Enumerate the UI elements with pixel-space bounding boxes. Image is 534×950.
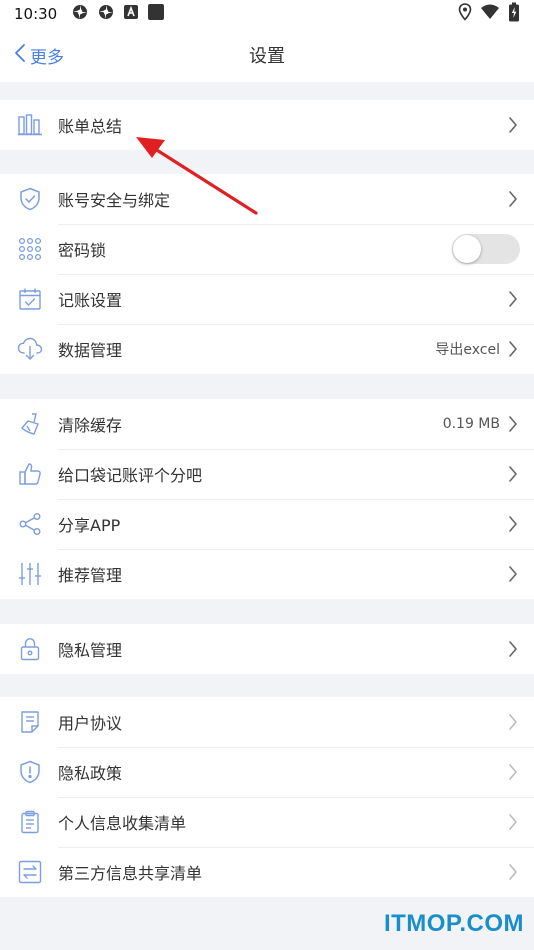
chevron-right-icon [506,515,520,533]
row-label: 记账设置 [58,291,123,310]
chevron-right-icon [506,813,520,831]
row-privacy-management[interactable]: 隐私管理 [0,624,534,674]
chevron-right-icon [506,640,520,658]
row-label: 给口袋记账评个分吧 [58,466,203,485]
row-bill-summary[interactable]: 账单总结 [0,100,534,150]
shield-check-icon [16,185,44,213]
row-label: 密码锁 [58,241,107,260]
notification-square-icon [147,3,165,25]
chart-bars-icon [16,111,44,139]
thumbs-up-icon [16,460,44,488]
share-icon [16,510,44,538]
settings-group-legal: 用户协议 隐私政策 个人信息收集清单 第三方信息共享清单 [0,697,534,897]
row-recommendation-management[interactable]: 推荐管理 [0,549,534,599]
navigation-bar: 更多 设置 [0,28,534,82]
chevron-right-icon [506,713,520,731]
row-account-security[interactable]: 账号安全与绑定 [0,174,534,224]
row-third-party-sharing-list[interactable]: 第三方信息共享清单 [0,847,534,897]
back-button[interactable]: 更多 [14,28,64,82]
row-user-agreement[interactable]: 用户协议 [0,697,534,747]
settings-group-privacy: 隐私管理 [0,624,534,674]
back-label: 更多 [30,47,64,68]
row-label: 分享APP [58,516,121,535]
chevron-right-icon [506,290,520,308]
chevron-right-icon [506,763,520,781]
chevron-right-icon [506,565,520,583]
broom-icon [16,410,44,438]
row-password-lock: 密码锁 [0,224,534,274]
page-title: 设置 [249,46,285,67]
row-label: 清除缓存 [58,416,123,435]
row-rate-app[interactable]: 给口袋记账评个分吧 [0,449,534,499]
exchange-icon [16,858,44,886]
chevron-left-icon [14,43,26,68]
clipboard-icon [16,808,44,836]
toggle-knob [453,235,481,263]
keypad-icon [16,235,44,263]
status-system-icons [458,2,520,26]
row-clear-cache[interactable]: 清除缓存 0.19 MB [0,399,534,449]
chevron-right-icon [506,116,520,134]
chevron-right-icon [506,465,520,483]
wifi-icon [480,4,500,24]
settings-group-account: 账号安全与绑定 密码锁 记账设置 数据管理 导出excel [0,174,534,374]
status-time: 10:30 [14,5,58,23]
row-label: 第三方信息共享清单 [58,864,203,883]
chevron-right-icon [506,415,520,433]
sliders-icon [16,560,44,588]
row-label: 个人信息收集清单 [58,814,187,833]
row-privacy-policy[interactable]: 隐私政策 [0,747,534,797]
battery-icon [508,2,520,26]
document-icon [16,708,44,736]
settings-group-summary: 账单总结 [0,100,534,150]
row-label: 推荐管理 [58,566,123,585]
row-label: 用户协议 [58,714,123,733]
lock-icon [16,635,44,663]
cache-size-value: 0.19 MB [442,416,500,432]
row-label: 数据管理 [58,341,123,360]
row-label: 账单总结 [58,117,123,136]
row-label: 账号安全与绑定 [58,191,171,210]
notification-app-icon [97,3,115,25]
row-label: 隐私政策 [58,764,123,783]
row-share-app[interactable]: 分享APP [0,499,534,549]
row-label: 隐私管理 [58,641,123,660]
row-bookkeeping-settings[interactable]: 记账设置 [0,274,534,324]
watermark: ITMOP.COM [383,910,524,937]
calendar-check-icon [16,285,44,313]
notification-a-icon [123,4,139,24]
chevron-right-icon [506,863,520,881]
row-personal-info-list[interactable]: 个人信息收集清单 [0,797,534,847]
shield-info-icon [16,758,44,786]
password-lock-toggle[interactable] [452,234,520,264]
location-icon [458,3,472,25]
notification-app-icon [71,3,89,25]
cloud-download-icon [16,335,44,363]
chevron-right-icon [506,190,520,208]
status-notification-icons [71,3,165,25]
export-excel-value: 导出excel [435,342,500,358]
status-bar: 10:30 [0,0,534,28]
row-data-management[interactable]: 数据管理 导出excel [0,324,534,374]
chevron-right-icon [506,340,520,358]
settings-group-app: 清除缓存 0.19 MB 给口袋记账评个分吧 分享APP 推荐管理 [0,399,534,599]
